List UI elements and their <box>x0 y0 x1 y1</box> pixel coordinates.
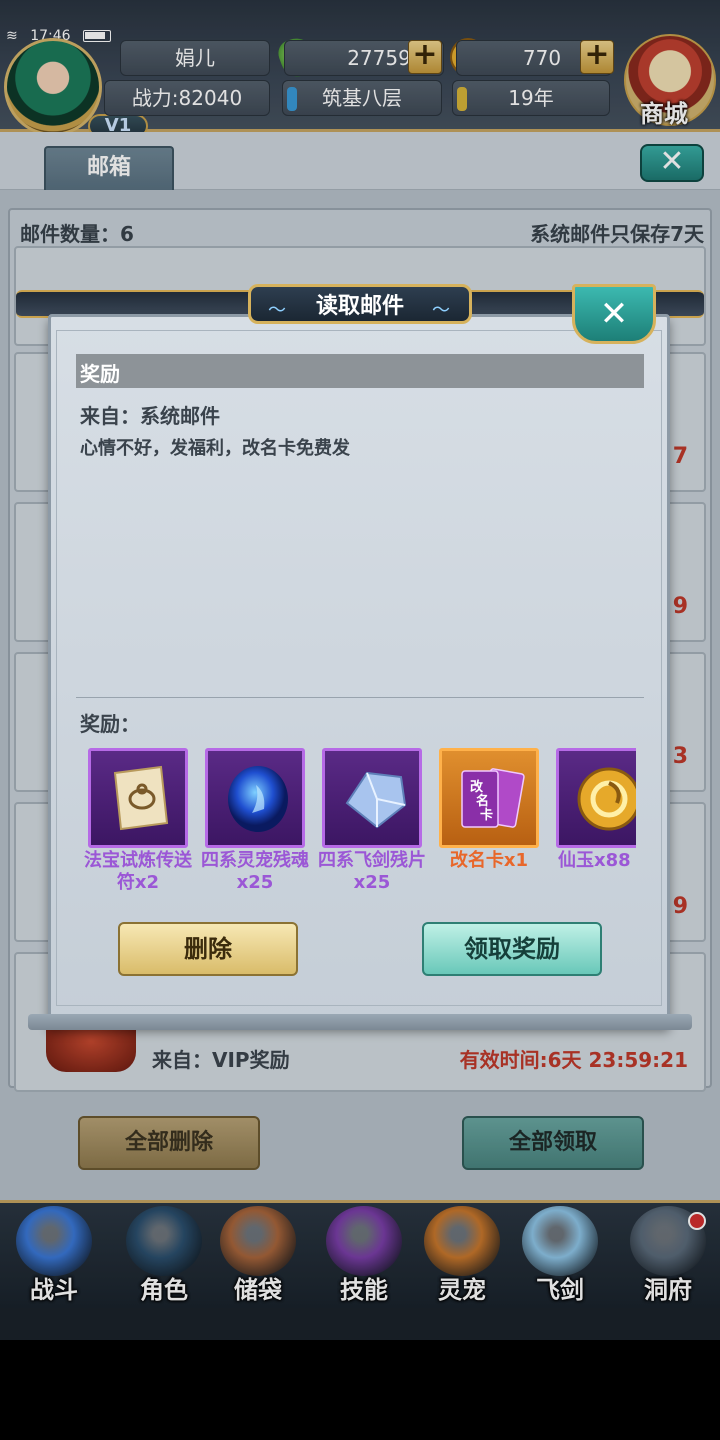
mail-subject: 奖励 <box>80 362 120 386</box>
card-char: 改 <box>470 779 484 795</box>
mail-subject-bar <box>76 354 644 388</box>
delete-mail-button[interactable]: 删除 <box>118 922 298 976</box>
crystal-shard-icon <box>345 771 407 829</box>
reward-frame <box>556 748 636 848</box>
mail-from: 来自：系统邮件 <box>80 404 220 428</box>
reward-name: 法宝试炼传送符x2 <box>84 850 192 893</box>
black-letterbox <box>0 1340 720 1440</box>
reward-name: 仙玉x88 <box>558 850 631 871</box>
gold-token-icon <box>577 767 636 831</box>
reward-frame <box>205 748 305 848</box>
divider <box>76 697 644 698</box>
close-dialog-button[interactable]: ✕ <box>572 284 656 344</box>
card-char: 名 <box>476 793 489 809</box>
blue-orb-icon <box>228 766 288 832</box>
reward-name: 改名卡x1 <box>449 850 529 871</box>
dialog-title: 读取邮件 <box>315 294 404 319</box>
reward-heading: 奖励： <box>80 712 140 736</box>
reward-frame <box>88 748 188 848</box>
claim-reward-button[interactable]: 领取奖励 <box>422 922 602 976</box>
card-char: 卡 <box>480 807 493 823</box>
reward-frame: 改 名 卡 <box>439 748 539 848</box>
mail-content: 心情不好，发福利，改名卡免费发 <box>80 438 350 459</box>
reward-name: 四系飞剑残片x25 <box>318 850 426 893</box>
reward-frame <box>322 748 422 848</box>
rename-card-icon: 改 名 卡 <box>461 768 525 828</box>
game-screen: ≋ 17:46 V1 娟儿 战力:82040 27759 + 770 + 筑基八… <box>0 0 720 1340</box>
reward-name: 四系灵宠残魂x25 <box>201 850 309 893</box>
dialog-bottom-rod <box>28 1014 692 1030</box>
scroll-icon <box>113 765 169 831</box>
reward-list: 法宝试炼传送符x2 四系灵宠残魂x25 四系飞剑残片x25 改 名 卡 改名卡x… <box>84 746 636 906</box>
